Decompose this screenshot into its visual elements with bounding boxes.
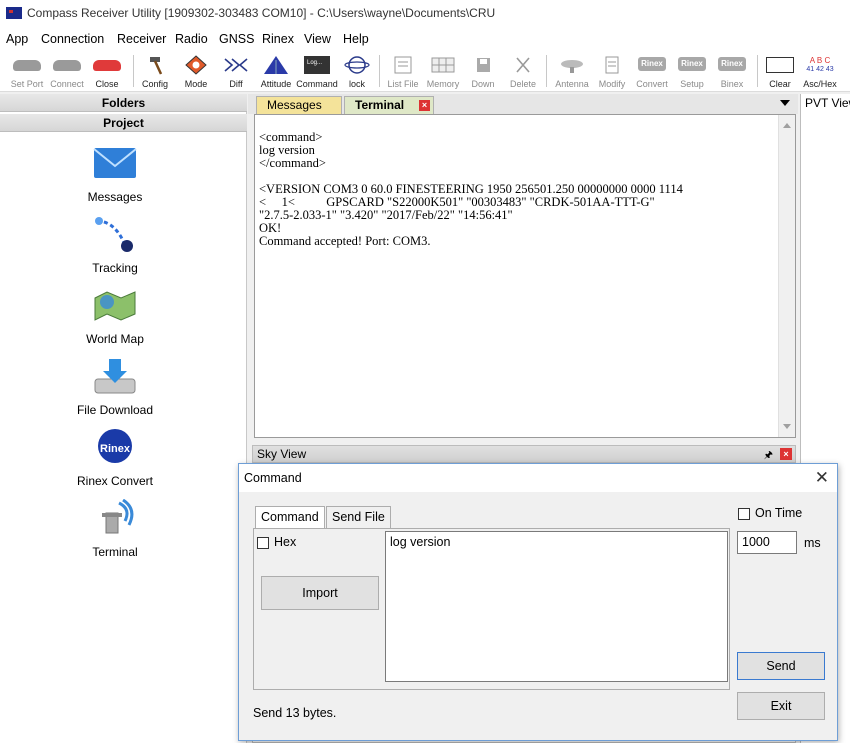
nav-item-terminal[interactable]: Terminal <box>40 499 190 567</box>
command-screen-text: Log... <box>307 60 322 66</box>
envelope-icon <box>93 148 137 178</box>
lock-button[interactable]: lock <box>336 52 378 90</box>
status-text: Send 13 bytes. <box>253 706 337 720</box>
floppy-icon <box>477 58 490 72</box>
antenna-icon <box>561 60 583 73</box>
toolbar: Set Port Connect Close Config Mode Diff <box>0 50 850 92</box>
scroll-down-icon[interactable] <box>783 424 791 429</box>
tab-send-file[interactable]: Send File <box>326 506 391 528</box>
nav-label-file-download: File Download <box>76 403 154 417</box>
tab-command[interactable]: Command <box>255 506 325 529</box>
nav-item-file-download[interactable]: File Download <box>40 357 190 425</box>
asc-letters: A B C <box>809 56 831 65</box>
plug-icon <box>53 60 81 71</box>
attitude-icon <box>264 56 288 74</box>
nav-label-messages: Messages <box>87 190 143 204</box>
nav-item-rinex-convert[interactable]: Rinex Rinex Convert <box>40 428 190 496</box>
menu-rinex[interactable]: Rinex <box>262 32 294 46</box>
diff-arrows-icon <box>224 58 248 72</box>
command-textarea[interactable]: log version <box>385 531 728 682</box>
close-icon[interactable]: ✕ <box>815 468 829 488</box>
dialog-title-bar: Command ✕ <box>239 464 837 492</box>
globe-lock-icon <box>344 56 370 74</box>
clear-box-icon <box>766 57 794 73</box>
world-map-icon <box>94 291 136 321</box>
menu-help[interactable]: Help <box>343 32 369 46</box>
menu-connection[interactable]: Connection <box>41 32 104 46</box>
terminal-antenna-icon <box>102 499 134 534</box>
nav-item-messages[interactable]: Messages <box>40 144 190 212</box>
close-button[interactable]: Close <box>86 52 128 90</box>
delete-x-icon <box>516 57 530 73</box>
left-panel: Folders Project Messages Tracking World … <box>0 94 247 743</box>
binex-button[interactable]: Rinex Binex <box>711 52 753 90</box>
hex-digits: 41 42 43 <box>806 66 834 73</box>
modify-doc-icon <box>605 56 619 74</box>
delete-button[interactable]: Delete <box>502 52 544 90</box>
menu-view[interactable]: View <box>304 32 331 46</box>
rinex-setup-icon: Rinex <box>678 57 706 71</box>
app-icon <box>6 7 22 19</box>
nav-item-world-map[interactable]: World Map <box>40 286 190 354</box>
nav-label-rinex-convert: Rinex Convert <box>76 474 154 488</box>
command-screen-icon: Log... <box>304 56 330 74</box>
scroll-up-icon[interactable] <box>783 123 791 128</box>
send-button[interactable]: Send <box>737 652 825 680</box>
port-icon <box>13 60 41 71</box>
tab-pvt-view[interactable]: PVT View <box>800 94 850 114</box>
rinex-icon-text: Rinex <box>100 443 131 455</box>
hex-label: Hex <box>274 535 297 549</box>
binex-label: Binex <box>720 79 744 89</box>
nav-label-terminal: Terminal <box>92 545 138 559</box>
satellite-tracking-icon <box>95 217 133 252</box>
sky-view-title: Sky View <box>257 447 307 461</box>
menu-receiver[interactable]: Receiver <box>117 32 166 46</box>
rinex-convert-icon: Rinex <box>98 429 132 463</box>
on-time-label: On Time <box>755 506 803 520</box>
tab-terminal-label: Terminal <box>355 98 405 112</box>
chevron-down-icon[interactable] <box>780 100 790 106</box>
hammer-icon <box>150 57 163 75</box>
interval-unit-label: ms <box>804 536 821 550</box>
interval-input[interactable]: 1000 <box>737 531 797 554</box>
nav-label-tracking: Tracking <box>92 261 138 275</box>
menu-gnss[interactable]: GNSS <box>219 32 254 46</box>
asc-hex-icon: A B C 41 42 43 <box>806 56 834 76</box>
list-file-icon <box>394 56 412 74</box>
memory-grid-icon <box>431 57 455 73</box>
download-icon <box>94 359 136 394</box>
sky-view-header: Sky View 🖈 × <box>252 445 796 463</box>
nav-label-world-map: World Map <box>86 332 144 346</box>
hex-checkbox[interactable] <box>257 537 269 549</box>
delete-label: Delete <box>509 79 536 89</box>
close-label: Close <box>95 79 119 89</box>
menu-app[interactable]: App <box>6 32 28 46</box>
terminal-scrollbar[interactable] <box>778 115 795 437</box>
tab-terminal[interactable]: Terminal × <box>344 96 434 114</box>
mode-icon <box>185 55 207 75</box>
on-time-checkbox[interactable] <box>738 508 750 520</box>
nav-item-tracking[interactable]: Tracking <box>40 215 190 283</box>
rinex-convert-tool-icon: Rinex <box>638 57 666 71</box>
title-bar: Compass Receiver Utility [1909302-303483… <box>0 0 850 28</box>
terminal-output[interactable]: <command> log version </command> <VERSIO… <box>254 114 796 438</box>
rinex-binex-icon: Rinex <box>718 57 746 71</box>
window-title: Compass Receiver Utility [1909302-303483… <box>27 6 496 20</box>
terminal-text: <command> log version </command> <VERSIO… <box>259 130 683 248</box>
exit-button[interactable]: Exit <box>737 692 825 720</box>
document-tabs: Messages Terminal × <box>248 94 798 114</box>
asc-hex-button[interactable]: A B C 41 42 43 Asc/Hex <box>799 52 841 90</box>
project-header[interactable]: Project <box>0 114 247 132</box>
close-icon[interactable]: × <box>780 448 792 460</box>
menu-radio[interactable]: Radio <box>175 32 208 46</box>
import-button[interactable]: Import <box>261 576 379 610</box>
folders-header[interactable]: Folders <box>0 94 247 112</box>
dialog-title: Command <box>244 471 302 485</box>
command-dialog: Command ✕ Command Send File Hex Import l… <box>238 463 838 741</box>
menu-bar: App Connection Receiver Radio GNSS Rinex… <box>0 28 850 50</box>
asc-hex-label: Asc/Hex <box>803 79 837 89</box>
close-icon[interactable]: × <box>419 100 430 111</box>
tab-messages[interactable]: Messages <box>256 96 342 114</box>
disconnect-icon <box>93 60 121 71</box>
